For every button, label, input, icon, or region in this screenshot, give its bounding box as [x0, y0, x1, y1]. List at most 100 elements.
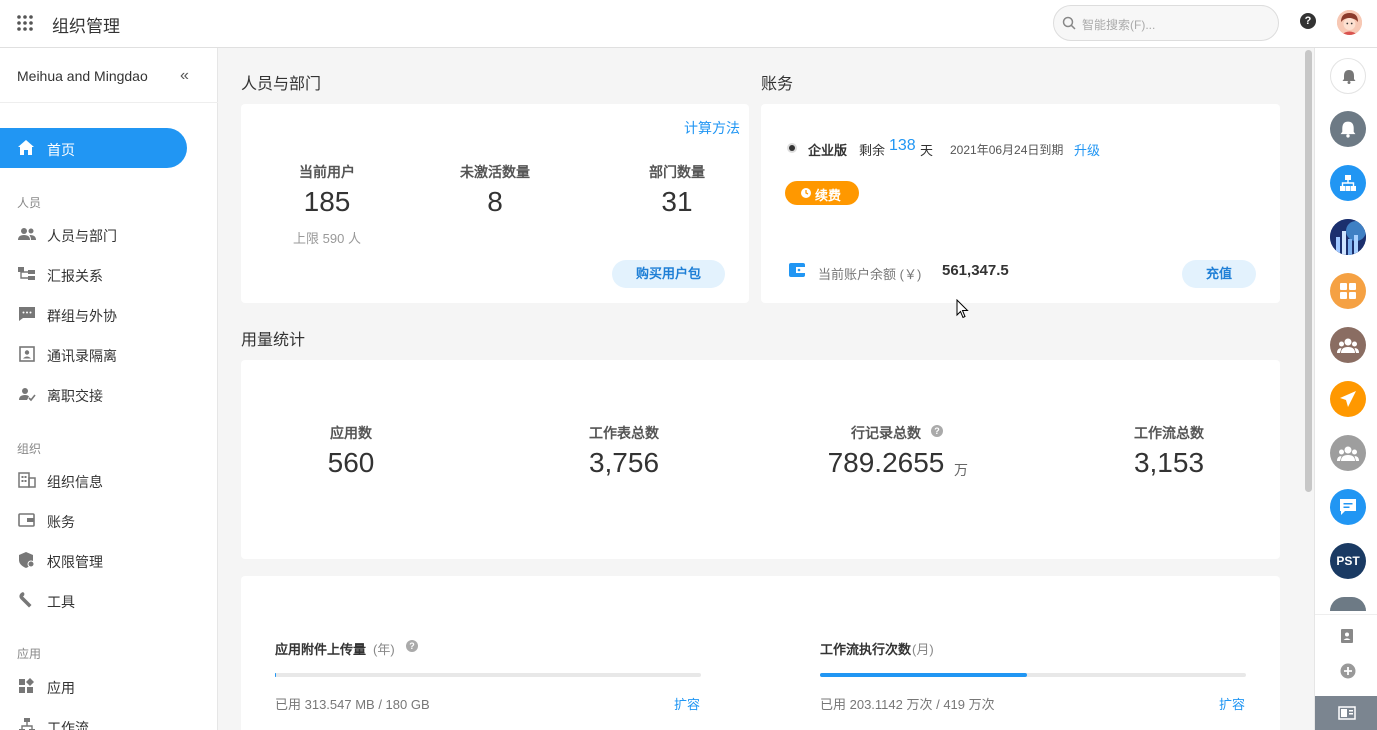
contact-card-icon [19, 346, 35, 362]
pst-avatar-button[interactable]: PST [1330, 543, 1366, 579]
sidebar-item-label: 账务 [47, 514, 75, 530]
sheets-count-label: 工作表总数 [589, 425, 659, 441]
chat-bubble-icon [1340, 499, 1356, 515]
sidebar-item-label: 离职交接 [47, 388, 103, 404]
people-dept-title: 人员与部门 [241, 76, 322, 93]
chat-button[interactable] [1330, 489, 1366, 525]
send-plane-icon [1340, 391, 1356, 407]
sidebar-item-label: 人员与部门 [47, 228, 117, 244]
renew-button[interactable]: 续费 [785, 181, 859, 205]
main-scrollbar[interactable] [1305, 50, 1312, 492]
sidebar-item-permissions[interactable]: 权限管理 [0, 542, 218, 578]
calc-method-link[interactable]: 计算方法 [684, 118, 740, 138]
section-people: 人员 [17, 196, 42, 210]
sidebar-item-org-info[interactable]: 组织信息 [0, 462, 218, 498]
upgrade-link[interactable]: 升级 [1074, 140, 1100, 159]
flow-progress-fill [820, 673, 1027, 677]
notification-button[interactable] [1330, 58, 1366, 94]
inactive-label: 未激活数量 [460, 164, 530, 180]
sidebar-item-tools[interactable]: 工具 [0, 582, 218, 618]
user-avatar[interactable] [1337, 10, 1362, 35]
recharge-button[interactable]: 充值 [1182, 260, 1256, 288]
message-bell-button[interactable] [1330, 111, 1366, 147]
app-avatar-city[interactable] [1330, 219, 1366, 255]
buy-user-pack-button[interactable]: 购买用户包 [612, 260, 725, 288]
group-button-gray[interactable] [1330, 435, 1366, 471]
apps-count-value: 560 [327, 447, 375, 478]
org-chart-button[interactable] [1330, 165, 1366, 201]
sidebar-item-people-dept[interactable]: 人员与部门 [0, 216, 218, 252]
attach-progress-fill [275, 673, 276, 677]
flows-count-label: 工作流总数 [1134, 425, 1204, 441]
sidebar-item-contacts-isolation[interactable]: 通讯录隔离 [0, 336, 218, 372]
remain-days: 138 [889, 137, 916, 154]
org-chart-icon [1340, 175, 1356, 191]
flow-exec-label: 工作流执行次数 [820, 642, 912, 657]
attach-label: 应用附件上传量 [275, 642, 367, 657]
balance-label: 当前账户余额 (￥) [818, 267, 922, 282]
sidebar-divider [0, 102, 218, 103]
usage-title: 用量统计 [241, 332, 306, 349]
balance-value: 561,347.5 [942, 262, 1009, 279]
search-placeholder: 智能搜索(F)... [1082, 18, 1156, 32]
sidebar-item-report[interactable]: 汇报关系 [0, 256, 218, 292]
group-icon [1337, 338, 1359, 353]
attach-help-icon[interactable]: ? [406, 640, 418, 652]
billing-title: 账务 [761, 76, 794, 93]
dept-count-value: 31 [661, 186, 693, 217]
sidebar-item-label: 汇报关系 [47, 268, 103, 284]
search-input[interactable]: 智能搜索(F)... [1053, 5, 1279, 41]
quota-card: 应用附件上传量 (年) ? 已用 313.547 MB / 180 GB 扩容 … [241, 576, 1280, 730]
edition-dot-icon [789, 145, 795, 151]
current-users-label: 当前用户 [299, 164, 355, 180]
usage-card: 应用数 560 工作表总数 3,756 行记录总数 ? 789.2655 万 工… [241, 360, 1280, 559]
main-content: 人员与部门 账务 计算方法 当前用户 185 上限 590 人 未激活数量 8 … [218, 48, 1314, 730]
sidebar: Meihua and Mingdao « 首页 人员 人员与部门 汇报关系 群组… [0, 48, 218, 730]
sidebar-item-groups[interactable]: 群组与外协 [0, 296, 218, 332]
rows-help-icon[interactable]: ? [931, 425, 943, 437]
rightbar-divider [1315, 614, 1377, 615]
help-icon[interactable]: ? [1300, 13, 1316, 29]
building-icon [18, 472, 36, 488]
sheets-count-value: 3,756 [588, 447, 660, 478]
rows-count-value: 789.2655 [827, 447, 945, 478]
bell-icon [1342, 70, 1356, 84]
apps-count-label: 应用数 [330, 425, 372, 441]
wrench-icon [19, 592, 32, 608]
sidebar-item-label: 应用 [47, 680, 75, 696]
avatar-face-icon [1337, 10, 1362, 35]
sidebar-item-workflow[interactable]: 工作流 [0, 708, 218, 730]
inactive-value: 8 [487, 186, 503, 217]
group-avatar-button[interactable] [1330, 327, 1366, 363]
people-dept-card: 计算方法 当前用户 185 上限 590 人 未激活数量 8 部门数量 31 购… [241, 104, 749, 303]
sidebar-item-handover[interactable]: 离职交接 [0, 376, 218, 412]
home-icon [18, 140, 34, 155]
people-icon [18, 228, 36, 240]
partial-avatar-button[interactable] [1330, 597, 1366, 611]
city-image-icon [1330, 219, 1366, 255]
app-grid-button[interactable] [1330, 273, 1366, 309]
current-users-value: 185 [303, 186, 351, 217]
send-button[interactable] [1330, 381, 1366, 417]
add-circle-icon[interactable] [1340, 663, 1356, 679]
edition-name: 企业版 [808, 143, 848, 158]
contacts-book-icon[interactable] [1340, 628, 1354, 644]
attach-period: (年) [373, 642, 395, 657]
sidebar-item-label: 群组与外协 [47, 308, 117, 324]
flow-used: 已用 203.1142 万次 / 419 万次 [820, 697, 995, 712]
remain-suffix: 天 [920, 143, 934, 158]
sidebar-item-apps[interactable]: 应用 [0, 668, 218, 704]
grid-tiles-icon [1340, 283, 1356, 299]
chat-icon [19, 307, 35, 321]
top-bar: 组织管理 智能搜索(F)... ? [0, 0, 1377, 48]
rightbar-collapse-button[interactable] [1315, 696, 1377, 730]
flows-count-value: 3,153 [1133, 447, 1205, 478]
sidebar-item-label: 工作流 [47, 720, 89, 730]
flow-expand-link[interactable]: 扩容 [1219, 694, 1245, 713]
sidebar-item-home[interactable]: 首页 [0, 128, 187, 168]
collapse-sidebar-icon[interactable]: « [180, 67, 189, 85]
attach-expand-link[interactable]: 扩容 [674, 694, 700, 713]
sidebar-item-billing[interactable]: 账务 [0, 502, 218, 538]
app-grid-icon[interactable] [16, 14, 34, 32]
sidebar-item-label: 工具 [47, 594, 75, 610]
